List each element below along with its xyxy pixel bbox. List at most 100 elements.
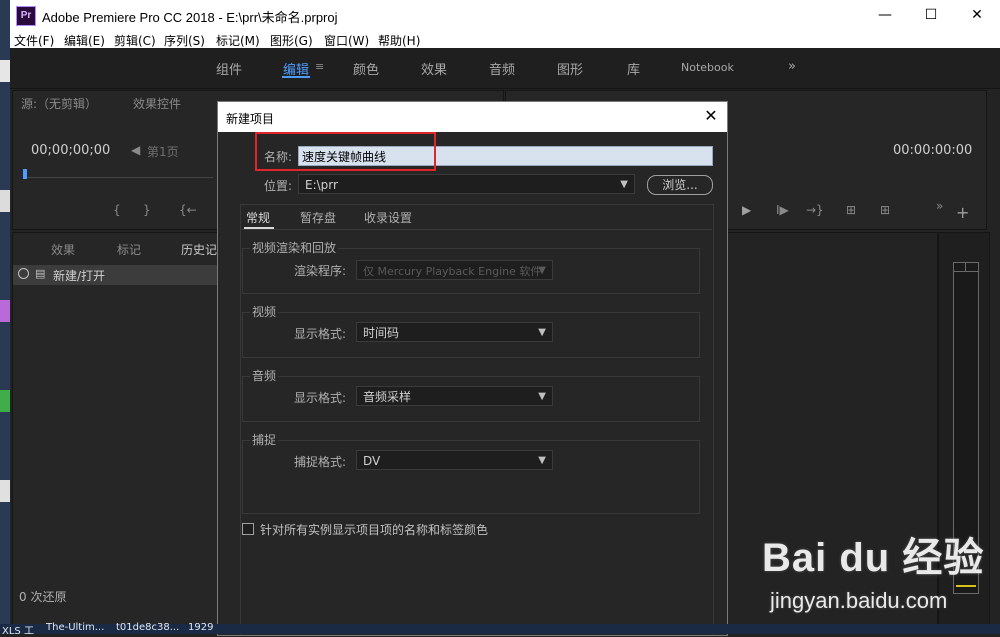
capture-format-select[interactable]: DV ▼ — [356, 450, 553, 470]
dialog-close-icon[interactable]: ✕ — [701, 106, 721, 126]
audio-format-label: 显示格式: — [294, 391, 347, 405]
tab-general[interactable]: 常规 — [246, 209, 270, 226]
location-value: E:\prr — [305, 178, 338, 192]
mark-in-icon[interactable]: { — [113, 203, 121, 217]
add-button-icon[interactable]: + — [956, 203, 969, 222]
tab-scratch-disks[interactable]: 暂存盘 — [300, 209, 336, 226]
renderer-label: 渲染程序: — [294, 264, 347, 278]
menu-window[interactable]: 窗口(W) — [324, 32, 369, 49]
program-timecode[interactable]: 00:00:00:00 — [893, 143, 972, 158]
menu-sequence[interactable]: 序列(S) — [164, 32, 205, 49]
menu-help[interactable]: 帮助(H) — [378, 32, 420, 49]
source-timecode[interactable]: 00;00;00;00 — [31, 143, 110, 158]
premiere-app-icon: Pr — [16, 6, 36, 26]
renderer-value: 仅 Mercury Playback Engine 软件 — [363, 265, 542, 278]
workspace-tab-libraries[interactable]: 库 — [627, 59, 640, 78]
capture-group-title: 捕捉 — [250, 431, 279, 448]
audio-format-value: 音频采样 — [363, 390, 412, 404]
tab-markers[interactable]: 标记 — [117, 241, 141, 258]
mark-out-icon[interactable]: } — [143, 203, 151, 217]
audio-display-format-select[interactable]: 音频采样 ▼ — [356, 386, 553, 406]
menu-graphics[interactable]: 图形(G) — [270, 32, 313, 49]
chevron-down-icon: ▼ — [538, 391, 546, 402]
workspace-more-icon[interactable]: » — [788, 59, 796, 74]
menu-file[interactable]: 文件(F) — [14, 32, 54, 49]
dialog-body: 名称: 速度关键帧曲线 位置: E:\prr ▼ 浏览... 常规 暂存盘 收录… — [218, 132, 727, 635]
video-display-format-select[interactable]: 时间码 ▼ — [356, 322, 553, 342]
chevron-down-icon: ▼ — [538, 265, 546, 276]
chevron-down-icon: ▼ — [538, 455, 546, 466]
maximize-button[interactable]: ☐ — [908, 0, 954, 30]
close-window-button[interactable]: ✕ — [954, 0, 1000, 30]
desktop-icon[interactable] — [0, 60, 10, 82]
tab-effect-controls[interactable]: 效果控件 — [133, 95, 181, 112]
tab-ingest-settings[interactable]: 收录设置 — [364, 209, 412, 226]
play-icon[interactable]: ▶ — [742, 203, 751, 217]
taskbar-item[interactable]: XLS 工 — [2, 622, 34, 637]
workspace-tab-graphics[interactable]: 图形 — [557, 59, 583, 78]
menu-marker[interactable]: 标记(M) — [216, 32, 260, 49]
dialog-title: 新建项目 — [226, 112, 275, 126]
render-group-title: 视频渲染和回放 — [250, 239, 339, 256]
annotation-highlight-box — [255, 132, 436, 171]
workspace-tab-assembly[interactable]: 组件 — [216, 59, 242, 78]
new-project-dialog: 新建项目 ✕ 名称: 速度关键帧曲线 位置: E:\prr ▼ 浏览... 常规… — [217, 101, 728, 636]
windows-taskbar: XLS 工 The-Ultim... t01de8c38... 1929 — [0, 622, 1000, 637]
renderer-select: 仅 Mercury Playback Engine 软件 ▼ — [356, 260, 553, 280]
taskbar-item[interactable]: The-Ultim... — [46, 622, 104, 633]
chevron-down-icon: ▼ — [620, 179, 628, 190]
location-label: 位置: — [264, 179, 293, 193]
playhead-icon[interactable] — [23, 169, 27, 179]
window-title: Adobe Premiere Pro CC 2018 - E:\prr\未命名.… — [42, 10, 338, 25]
active-workspace-indicator — [282, 76, 310, 78]
minimize-button[interactable]: — — [862, 0, 908, 30]
new-open-icon: ▤ — [35, 267, 46, 280]
desktop-icon[interactable] — [0, 480, 10, 502]
browse-button[interactable]: 浏览... — [647, 175, 713, 195]
step-forward-icon[interactable]: I▶ — [776, 203, 789, 217]
baidu-jingyan-watermark: Bai du 经验 — [762, 536, 985, 580]
go-to-in-icon[interactable]: {← — [179, 203, 197, 217]
workspace-tab-color[interactable]: 颜色 — [353, 59, 379, 78]
menu-edit[interactable]: 编辑(E) — [64, 32, 105, 49]
workspace-tab-notebook[interactable]: Notebook — [681, 61, 734, 74]
source-time-ruler[interactable] — [23, 169, 213, 178]
workspace-tab-audio[interactable]: 音频 — [489, 59, 515, 78]
dialog-titlebar: 新建项目 ✕ — [218, 102, 727, 132]
history-state-radio-icon — [18, 268, 29, 279]
desktop-edge — [0, 0, 10, 634]
workspace-menu-icon[interactable]: ≡ — [315, 60, 324, 73]
audio-group-title: 音频 — [250, 367, 279, 384]
chevron-down-icon: ▼ — [538, 327, 546, 338]
tab-source[interactable]: 源:（无剪辑） — [21, 95, 97, 112]
menu-bar: 文件(F) 编辑(E) 剪辑(C) 序列(S) 标记(M) 图形(G) 窗口(W… — [10, 30, 1000, 48]
more-controls-icon[interactable]: » — [936, 199, 943, 213]
video-format-value: 时间码 — [363, 326, 400, 340]
location-select[interactable]: E:\prr ▼ — [298, 174, 635, 194]
history-item[interactable]: ▤ 新建/打开 — [13, 265, 217, 285]
window-titlebar: Pr Adobe Premiere Pro CC 2018 - E:\prr\未… — [10, 0, 1000, 30]
desktop-icon[interactable] — [0, 190, 10, 212]
tab-history[interactable]: 历史记 — [181, 241, 217, 258]
desktop-icon[interactable] — [0, 390, 10, 412]
go-to-out-icon[interactable]: →} — [806, 203, 824, 217]
history-panel: 效果 标记 历史记 ▤ 新建/打开 0 次还原 — [12, 232, 218, 626]
tab-effects[interactable]: 效果 — [51, 241, 75, 258]
show-label-color-checkbox[interactable] — [242, 523, 254, 535]
meter-level-bar — [956, 585, 976, 587]
undo-count: 0 次还原 — [19, 590, 67, 604]
page-indicator: 第1页 — [147, 145, 179, 159]
page-prev-icon[interactable]: ◀ — [131, 143, 140, 157]
video-group-title: 视频 — [250, 303, 279, 320]
capture-format-value: DV — [363, 454, 381, 468]
taskbar-item[interactable]: t01de8c38... — [116, 622, 179, 633]
lift-icon[interactable]: ⊞ — [846, 203, 856, 217]
menu-clip[interactable]: 剪辑(C) — [114, 32, 156, 49]
desktop-icon[interactable] — [0, 300, 10, 322]
taskbar-item[interactable]: 1929 — [188, 622, 213, 633]
capture-format-label: 捕捉格式: — [294, 455, 347, 469]
watermark-url: jingyan.baidu.com — [770, 588, 948, 613]
workspace-tab-effects[interactable]: 效果 — [421, 59, 447, 78]
extract-icon[interactable]: ⊞ — [880, 203, 890, 217]
history-item-label: 新建/打开 — [53, 269, 106, 283]
